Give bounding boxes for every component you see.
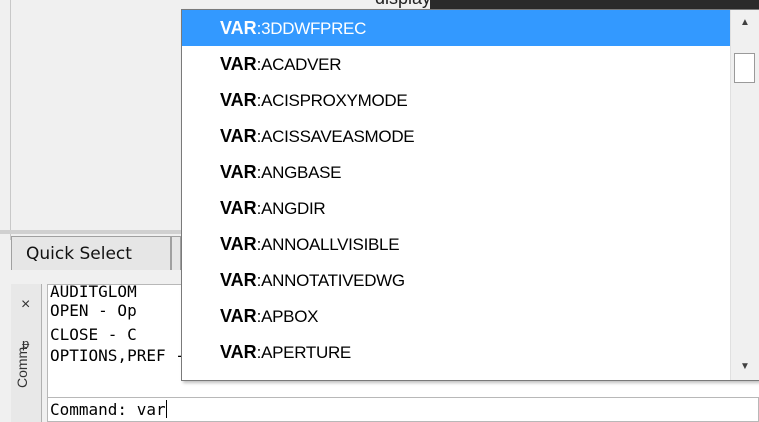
item-name: :ACISPROXYMODE [256, 91, 408, 110]
item-prefix: VAR [220, 306, 257, 326]
autocomplete-item-angbase[interactable]: VAR:ANGBASE [182, 154, 730, 190]
autocomplete-item-acissaveasmode[interactable]: VAR:ACISSAVEASMODE [182, 118, 730, 154]
item-name: :ANNOTATIVEDWG [256, 271, 405, 290]
top-caption: display [375, 0, 431, 9]
autocomplete-item-aperture[interactable]: VAR:APERTURE [182, 334, 730, 370]
item-name: :ANGBASE [256, 163, 342, 182]
item-prefix: VAR [220, 54, 257, 74]
command-input[interactable]: Command: var [47, 397, 759, 422]
command-prompt-text: Command: var [50, 400, 166, 419]
item-name: :ANNOALLVISIBLE [256, 235, 400, 254]
autocomplete-list: VAR:3DDWFPREC VAR:ACADVER VAR:ACISPROXYM… [182, 10, 730, 380]
tab-quick-select[interactable]: Quick Select [11, 236, 171, 270]
scroll-down-icon[interactable]: ▼ [731, 354, 759, 380]
autocomplete-item-3ddwfprec[interactable]: VAR:3DDWFPREC [182, 10, 730, 46]
item-prefix: VAR [220, 234, 257, 254]
tab-next[interactable] [171, 236, 181, 270]
item-name: :3DDWFPREC [256, 19, 367, 38]
scroll-thumb[interactable] [734, 53, 755, 83]
item-name: :APBOX [256, 307, 319, 326]
autocomplete-dropdown[interactable]: VAR:3DDWFPREC VAR:ACADVER VAR:ACISPROXYM… [181, 9, 759, 381]
item-name: :ACADVER [256, 55, 342, 74]
item-prefix: VAR [220, 198, 257, 218]
autocomplete-item-annoallvisible[interactable]: VAR:ANNOALLVISIBLE [182, 226, 730, 262]
autocomplete-item-acadver[interactable]: VAR:ACADVER [182, 46, 730, 82]
item-name: :ACISSAVEASMODE [256, 127, 415, 146]
autocomplete-item-apbox[interactable]: VAR:APBOX [182, 298, 730, 334]
command-panel-title: Comm [14, 346, 30, 388]
item-prefix: VAR [220, 126, 257, 146]
item-prefix: VAR [220, 342, 257, 362]
left-edge-panel [0, 0, 11, 240]
item-prefix: VAR [220, 18, 257, 38]
autocomplete-scrollbar[interactable]: ▲ ▼ [730, 10, 759, 380]
autocomplete-item-angdir[interactable]: VAR:ANGDIR [182, 190, 730, 226]
close-icon[interactable]: × [21, 296, 30, 314]
item-name: :APERTURE [256, 343, 352, 362]
text-cursor [165, 400, 167, 418]
item-name: :ANGDIR [256, 199, 326, 218]
item-prefix: VAR [220, 90, 257, 110]
item-prefix: VAR [220, 270, 257, 290]
autocomplete-item-acisproxymode[interactable]: VAR:ACISPROXYMODE [182, 82, 730, 118]
autocomplete-item-annotativedwg[interactable]: VAR:ANNOTATIVEDWG [182, 262, 730, 298]
scroll-up-icon[interactable]: ▲ [731, 10, 759, 36]
item-prefix: VAR [220, 162, 257, 182]
